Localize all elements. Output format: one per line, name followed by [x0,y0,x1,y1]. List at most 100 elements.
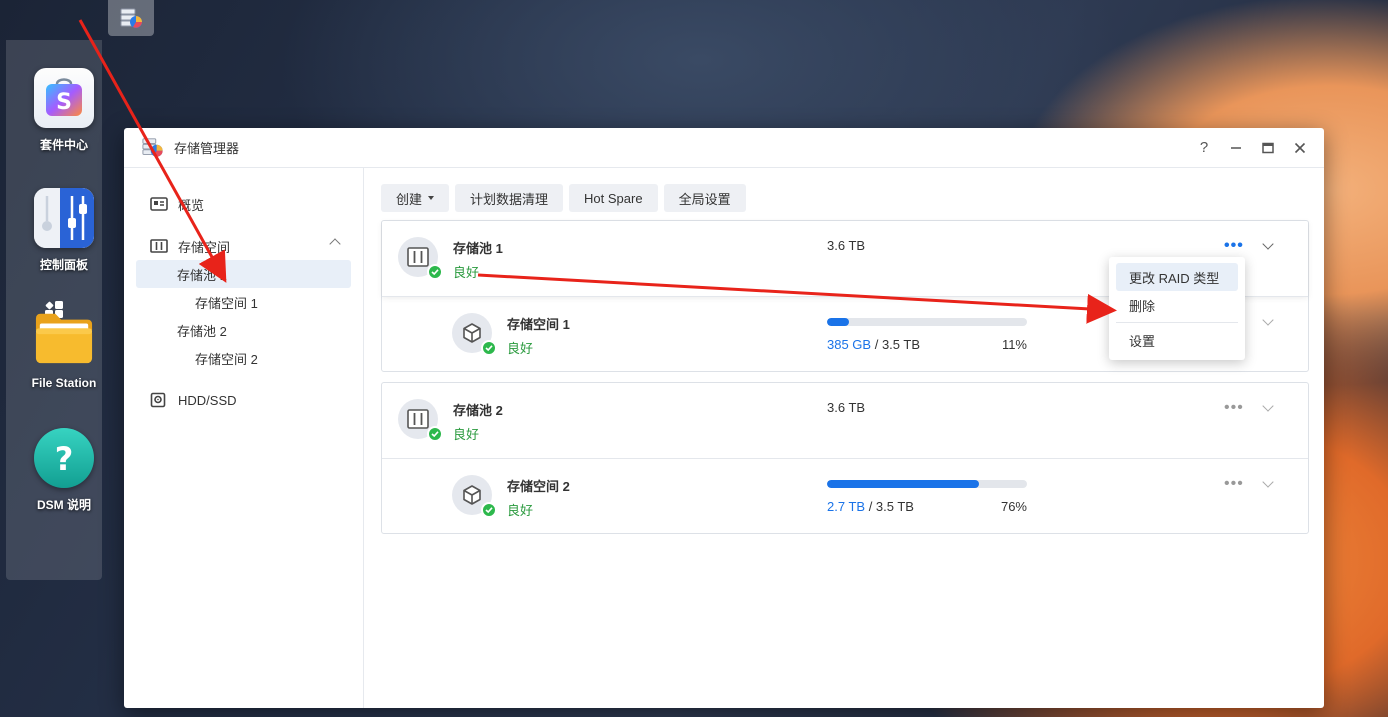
desktop-icon-label: DSM 说明 [36,498,91,512]
package-center-icon: S [34,68,94,128]
usage-bar-fill [827,318,849,326]
volume-icon [452,475,497,518]
desktop-icon-file-station[interactable]: File Station [4,308,124,390]
usage-bar-fill [827,480,979,488]
usage-percent: 11% [1001,337,1027,352]
window-titlebar[interactable]: 存储管理器 ? [124,128,1324,168]
caret-down-icon [428,196,435,200]
close-icon [1294,142,1306,153]
chevron-up-icon[interactable] [329,238,341,250]
close-button[interactable] [1288,136,1312,160]
schedule-scrubbing-button[interactable]: 计划数据清理 [455,184,564,212]
help-icon: ? [34,428,94,488]
main-panel: 创建 计划数据清理 Hot Spare 全局设置 存储池 1 良好 3.6 TB… [365,168,1324,708]
sidebar-item-label: 存储空间 1 [195,295,258,311]
menu-item-settings[interactable]: 设置 [1116,326,1238,354]
menu-item-label: 删除 [1129,298,1156,314]
usage-bar [827,318,1027,326]
global-settings-button[interactable]: 全局设置 [663,184,746,212]
chevron-down-icon[interactable] [1262,238,1274,250]
sidebar-item-label: 存储空间 [178,239,231,255]
menu-item-change-raid-type[interactable]: 更改 RAID 类型 [1116,263,1238,291]
global-settings-label: 全局设置 [678,191,731,207]
pool-status: 良好 [453,427,480,442]
maximize-icon [1262,142,1274,153]
sidebar-item-pool-1[interactable]: 存储池 1 [136,260,351,288]
pool-name: 存储池 2 [453,403,503,418]
used-capacity: 2.7 TB [827,499,866,514]
menu-item-label: 更改 RAID 类型 [1129,270,1220,286]
pool-name: 存储池 1 [453,241,503,256]
sidebar-item-volume-2[interactable]: 存储空间 2 [136,344,351,372]
desktop-icon-dsm-help[interactable]: ? DSM 说明 [4,428,124,513]
chevron-down-icon[interactable] [1262,314,1274,326]
sidebar-item-volume-1[interactable]: 存储空间 1 [136,288,351,316]
sidebar-item-label: 存储池 2 [177,323,227,339]
sidebar-item-label: 存储空间 2 [195,351,258,367]
storage-pool-icon [398,237,443,280]
hot-spare-button[interactable]: Hot Spare [569,184,658,212]
chevron-down-icon[interactable] [1262,476,1274,488]
help-icon: ? [1199,139,1209,156]
sidebar: 概览 存储空间 存储池 1 存储空间 1 存储池 2 存储空间 2 HDD/SS… [124,168,364,708]
volume-name: 存储空间 1 [507,317,570,332]
storage-icon [150,238,168,254]
more-options-icon[interactable]: ••• [1224,476,1244,492]
volume-status: 良好 [507,503,534,518]
menu-item-label: 设置 [1129,333,1156,349]
pool-size: 3.6 TB [827,400,866,415]
storage-manager-task-button[interactable] [108,0,154,36]
sidebar-item-hdd-ssd[interactable]: HDD/SSD [136,386,351,414]
minimize-icon [1231,146,1241,149]
pool-size: 3.6 TB [827,238,866,253]
healthy-check-icon [481,340,497,356]
menu-item-delete[interactable]: 删除 [1116,291,1238,319]
toolbar: 创建 计划数据清理 Hot Spare 全局设置 [381,184,746,212]
total-capacity: / 3.5 TB [874,337,921,352]
used-capacity: 385 GB [827,337,872,352]
overview-icon [150,196,168,212]
hdd-icon [150,392,168,408]
help-button[interactable]: ? [1192,136,1216,160]
sidebar-item-label: 存储池 1 [177,267,227,283]
folder-icon [34,308,94,368]
more-options-icon[interactable]: ••• [1224,400,1244,416]
scrub-label: 计划数据清理 [470,191,549,207]
healthy-check-icon [481,502,497,518]
volume-icon [452,313,497,356]
volume-status: 良好 [507,341,534,356]
usage-bar [827,480,1027,488]
chevron-down-icon[interactable] [1262,400,1274,412]
storage-pool-row[interactable]: 存储池 2 良好 3.6 TB ••• [382,383,1308,458]
usage-text: 385 GB / 3.5 TB [827,337,920,352]
window-title: 存储管理器 [174,141,240,156]
desktop-icon-control-panel[interactable]: 控制面板 [4,188,124,273]
desktop-icon-label: 控制面板 [39,258,88,272]
create-button[interactable]: 创建 [381,184,450,212]
total-capacity: / 3.5 TB [868,499,914,514]
desktop-icon-package-center[interactable]: S 套件中心 [4,68,124,153]
more-options-icon[interactable]: ••• [1224,238,1244,254]
storage-pool-card: 存储池 2 良好 3.6 TB ••• 存储空间 2 良好 2.7 TB / 3… [381,382,1309,534]
storage-manager-icon [120,8,142,28]
menu-divider [1116,322,1238,323]
sidebar-item-label: HDD/SSD [178,392,237,408]
create-label: 创建 [396,191,423,207]
hot-spare-label: Hot Spare [584,190,643,206]
usage-text: 2.7 TB / 3.5 TB [827,499,914,514]
desktop-icon-label: File Station [31,376,97,390]
minimize-button[interactable] [1224,136,1248,160]
control-panel-icon [34,188,94,248]
svg-text:?: ? [55,440,74,478]
storage-manager-icon [142,137,163,157]
maximize-button[interactable] [1256,136,1280,160]
volume-row[interactable]: 存储空间 2 良好 2.7 TB / 3.5 TB 76% ••• [382,458,1308,533]
usage-percent: 76% [1000,499,1027,514]
desktop-icon-label: 套件中心 [39,138,88,152]
pool-context-menu: 更改 RAID 类型 删除 设置 [1109,257,1245,360]
sidebar-item-overview[interactable]: 概览 [136,190,351,218]
sidebar-item-pool-2[interactable]: 存储池 2 [136,316,351,344]
storage-pool-icon [398,399,443,442]
sidebar-item-storage[interactable]: 存储空间 [136,232,351,260]
storage-manager-window: 存储管理器 ? 概览 存储空间 存储池 1 存储空间 1 存储池 2 存储空间 … [124,128,1324,708]
